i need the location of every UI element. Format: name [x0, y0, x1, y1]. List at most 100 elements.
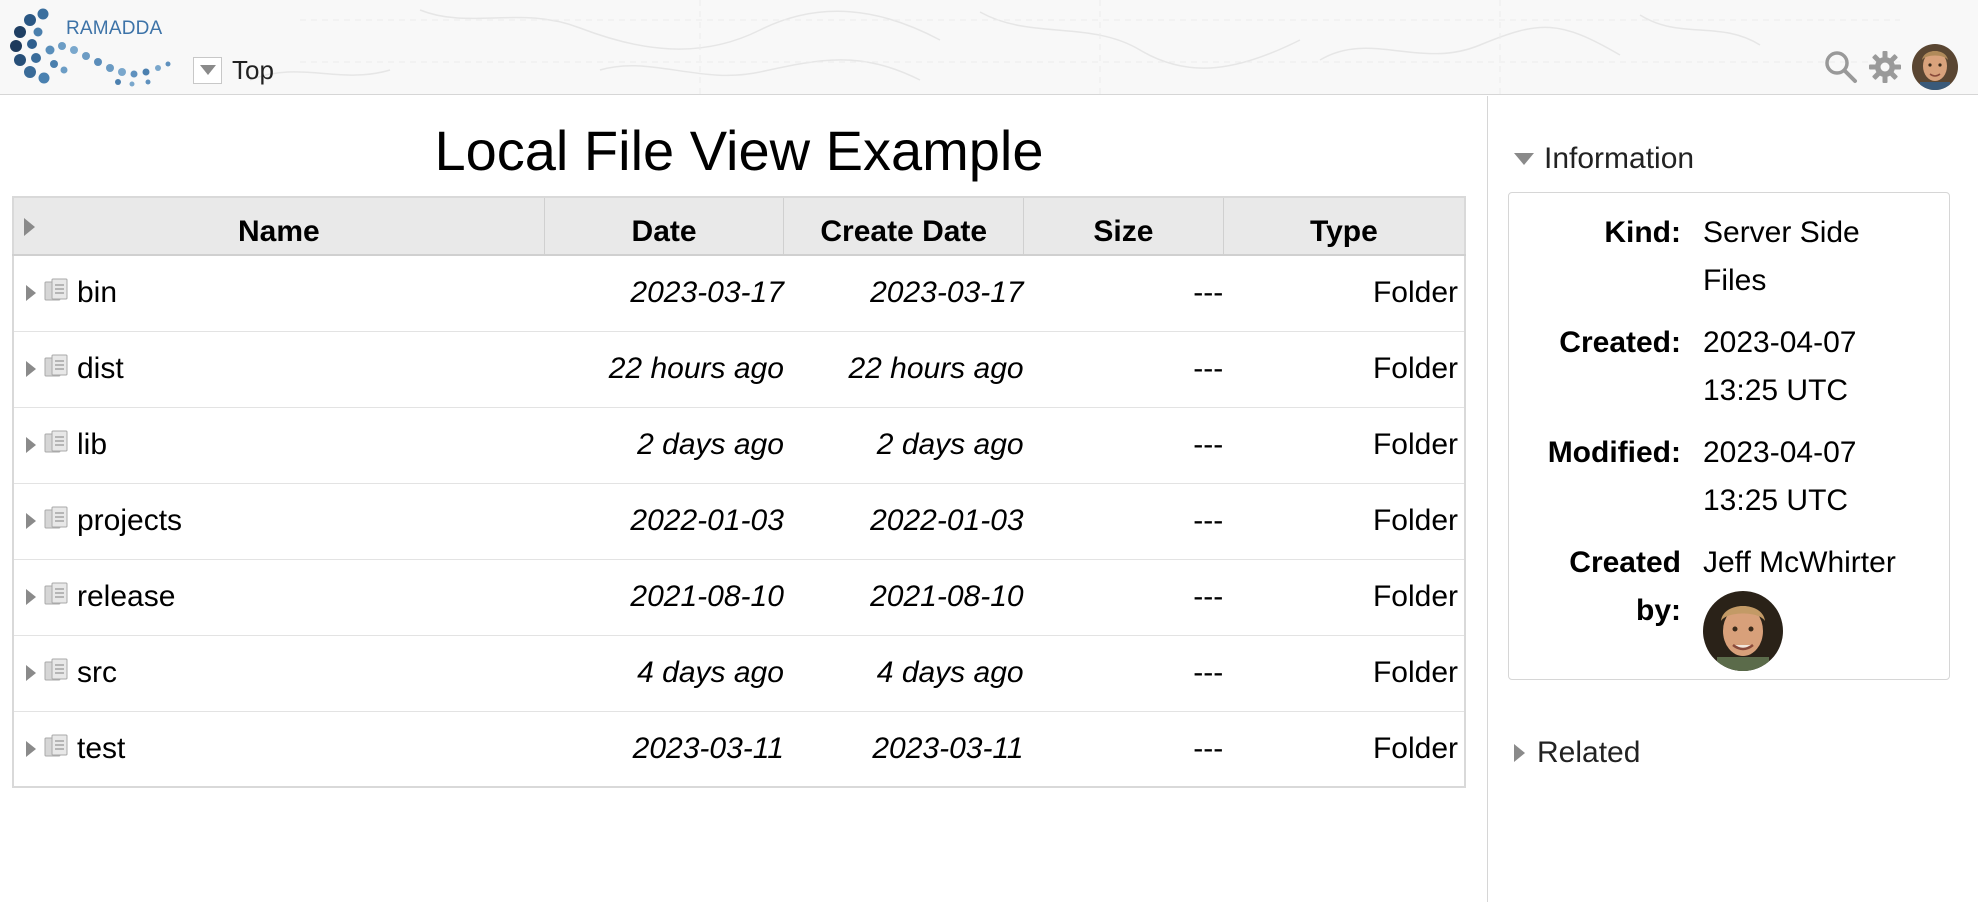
header-toolbar	[1824, 44, 1958, 90]
page-title: Local File View Example	[434, 119, 1044, 182]
gear-icon[interactable]	[1868, 50, 1902, 84]
cell-create-date: 2023-03-11	[872, 731, 1024, 765]
entry-link[interactable]: test	[77, 732, 125, 766]
table-row[interactable]: lib 2 days ago 2 days ago --- Folder	[13, 407, 1465, 484]
information-title: Information	[1544, 142, 1695, 175]
info-createdby-label: Created by:	[1569, 546, 1681, 627]
breadcrumb-top-link[interactable]: Top	[232, 55, 274, 86]
cell-size: ---	[1023, 559, 1224, 636]
folder-icon	[43, 656, 69, 690]
column-header-create-date[interactable]: Create Date	[783, 197, 1025, 256]
info-created-label: Created:	[1559, 326, 1681, 359]
expand-row-icon[interactable]	[26, 589, 36, 605]
cell-size: ---	[1023, 255, 1224, 332]
related-title: Related	[1537, 736, 1641, 769]
information-panel: Kind: Server Side Files Created: 2023-04…	[1508, 192, 1950, 680]
user-avatar[interactable]	[1912, 44, 1958, 90]
cell-create-date: 4 days ago	[783, 635, 1024, 712]
entry-name: src	[26, 656, 544, 690]
info-created-value: 2023-04-07 13:25 UTC	[1703, 326, 1857, 407]
info-kind-value: Server Side Files	[1703, 216, 1860, 297]
cell-date: 2 days ago	[544, 407, 784, 484]
cell-type: Folder	[1223, 635, 1465, 712]
cell-size: ---	[1193, 731, 1224, 765]
expand-row-icon[interactable]	[26, 437, 36, 453]
cell-size: ---	[1023, 635, 1224, 712]
creator-name[interactable]: Jeff McWhirter	[1703, 546, 1896, 579]
expand-row-icon[interactable]	[26, 361, 36, 377]
cell-type: Folder	[1372, 731, 1458, 765]
entry-link[interactable]: dist	[77, 352, 124, 386]
cell-name: projects	[13, 483, 545, 560]
column-header-type[interactable]: Type	[1223, 197, 1465, 256]
table-row[interactable]: src 4 days ago 4 days ago --- Folder	[13, 635, 1465, 712]
cell-create-date: 2023-03-17	[783, 255, 1024, 332]
folder-icon	[43, 504, 69, 538]
cell-size: ---	[1023, 331, 1224, 408]
entry-link[interactable]: src	[77, 656, 117, 690]
related-section-toggle[interactable]: Related	[1514, 736, 1640, 770]
entry-link[interactable]: release	[77, 580, 175, 614]
entry-name: release	[26, 580, 544, 614]
cell-create-date: 2021-08-10	[783, 559, 1024, 636]
info-kind-label: Kind:	[1604, 216, 1681, 249]
entry-link[interactable]: projects	[77, 504, 182, 538]
entry-name: dist	[26, 352, 544, 386]
info-createdby-value: Jeff McWhirter	[1703, 539, 1943, 671]
triangle-right-icon	[1514, 744, 1525, 762]
cell-name: src	[13, 635, 545, 712]
cell-name: dist	[13, 331, 545, 408]
creator-avatar[interactable]	[1703, 591, 1783, 671]
entry-name: bin	[26, 276, 544, 310]
triangle-down-icon	[1514, 153, 1534, 165]
information-section-toggle[interactable]: Information	[1514, 142, 1694, 176]
entry-link[interactable]: lib	[77, 428, 107, 462]
expand-row-icon[interactable]	[26, 665, 36, 681]
folder-icon	[43, 276, 69, 310]
top-header: RAMADDA Top	[0, 0, 1978, 95]
table-row[interactable]: release 2021-08-10 2021-08-10 --- Folder	[13, 559, 1465, 636]
column-header-size[interactable]: Size	[1023, 197, 1224, 256]
logo-text[interactable]: RAMADDA	[66, 18, 162, 40]
cell-date: 22 hours ago	[544, 331, 784, 408]
cell-date: 2023-03-17	[544, 255, 784, 332]
cell-type: Folder	[1223, 559, 1465, 636]
cell-type: Folder	[1223, 483, 1465, 560]
cell-name: lib	[13, 407, 545, 484]
entry-name: test	[26, 732, 544, 766]
expand-row-icon[interactable]	[26, 285, 36, 302]
cell-create-date: 2022-01-03	[783, 483, 1024, 560]
table-header-row: Name Date Create Date Size Type	[13, 197, 1465, 256]
info-modified-label: Modified:	[1547, 436, 1681, 469]
entry-name: lib	[26, 428, 544, 462]
info-modified-value: 2023-04-07 13:25 UTC	[1703, 436, 1857, 517]
cell-date: 2021-08-10	[544, 559, 784, 636]
expand-row-icon[interactable]	[26, 740, 36, 757]
cell-date: 4 days ago	[544, 635, 784, 712]
table-row[interactable]: projects 2022-01-03 2022-01-03 --- Folder	[13, 483, 1465, 560]
entry-name: projects	[26, 504, 544, 538]
table-row[interactable]: bin 2023-03-17 2023-03-17 --- Folder	[13, 255, 1465, 332]
cell-size: ---	[1023, 483, 1224, 560]
entry-menu-button[interactable]	[193, 56, 222, 84]
cell-size: ---	[1023, 407, 1224, 484]
cell-name: release	[13, 559, 545, 636]
expand-all-icon[interactable]	[24, 218, 35, 236]
cell-type: Folder	[1223, 407, 1465, 484]
cell-create-date: 2 days ago	[783, 407, 1024, 484]
search-icon[interactable]	[1824, 50, 1858, 84]
entry-link[interactable]: bin	[77, 276, 117, 310]
column-header-date[interactable]: Date	[544, 197, 785, 256]
folder-icon	[43, 352, 69, 386]
cell-date: 2023-03-11	[632, 731, 784, 765]
expand-row-icon[interactable]	[26, 513, 36, 529]
cell-name: bin	[13, 255, 545, 332]
table-row[interactable]: test 2023-03-11 2023-03-11 --- Folder	[13, 711, 1465, 787]
table-row[interactable]: dist 22 hours ago 22 hours ago --- Folder	[13, 331, 1465, 408]
cell-type: Folder	[1223, 331, 1465, 408]
column-header-name[interactable]: Name	[13, 197, 545, 256]
sidebar: Information Kind: Server Side Files Crea…	[1488, 96, 1978, 902]
cell-type: Folder	[1223, 255, 1465, 332]
map-background	[249, 0, 1900, 94]
cell-date: 2022-01-03	[544, 483, 784, 560]
